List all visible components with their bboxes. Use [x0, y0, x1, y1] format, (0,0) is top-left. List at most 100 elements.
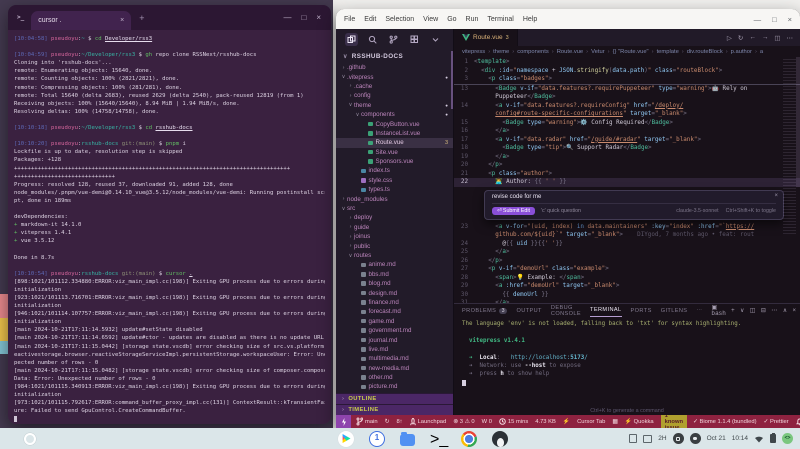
tree-item-Site.vue[interactable]: Site.vue: [336, 148, 453, 157]
editor-action-icon-1[interactable]: ↻: [738, 34, 743, 42]
chevron-down-icon[interactable]: [429, 33, 442, 46]
ai-prompt-input[interactable]: revise code for me: [492, 194, 776, 204]
timeline-section[interactable]: › TIMELINE: [336, 404, 453, 415]
shelf-app-play-store[interactable]: [338, 431, 354, 447]
breadcrumb-item[interactable]: Vetur: [591, 49, 605, 55]
status-item--prettier[interactable]: ✓ Prettier: [764, 419, 789, 425]
breadcrumb-item[interactable]: theme: [493, 49, 509, 55]
explorer-root[interactable]: ∨ RSSHUB-DOCS: [336, 50, 453, 63]
breadcrumb-item[interactable]: div.routeBlock: [687, 49, 723, 55]
vscode-minimize-button[interactable]: —: [754, 15, 762, 24]
panel-action-icon-3[interactable]: ◫: [750, 307, 756, 314]
terminal-tab[interactable]: cursor . ×: [31, 11, 131, 30]
tree-item-bbs.md[interactable]: bbs.md: [336, 270, 453, 279]
tree-item-Route.vue[interactable]: Route.vue3: [336, 138, 453, 147]
outline-section[interactable]: › OUTLINE: [336, 393, 453, 404]
tree-item-game.md[interactable]: game.md: [336, 317, 453, 326]
breadcrumb-item[interactable]: p.author: [731, 49, 752, 55]
panel-action-icon-1[interactable]: +: [731, 308, 735, 314]
source-control-icon[interactable]: [387, 33, 400, 46]
sidebar-scrollbar[interactable]: [451, 51, 453, 109]
tree-item-government.md[interactable]: government.md: [336, 326, 453, 335]
tree-item-deploy[interactable]: ›deploy: [336, 213, 453, 222]
breadcrumb-item[interactable]: template: [657, 49, 679, 55]
clipboard-icon[interactable]: [629, 434, 637, 443]
tree-item-routes[interactable]: ∨routes: [336, 251, 453, 260]
editor-action-icon-5[interactable]: ⋯: [787, 34, 794, 42]
status-item--3-0[interactable]: ⊗ 3 ⚠ 0: [453, 419, 474, 425]
tree-item-picture.md[interactable]: picture.md: [336, 382, 453, 391]
model-selector[interactable]: claude-3.5-sonnet: [676, 208, 718, 214]
panel-tab-⋯[interactable]: ⋯: [696, 304, 702, 317]
tab-route-vue[interactable]: Route.vue 3: [454, 29, 518, 46]
editor-action-icon-2[interactable]: ←: [749, 34, 756, 41]
vscode-close-button[interactable]: ×: [788, 15, 792, 24]
tree-item-node_modules[interactable]: ›node_modules: [336, 194, 453, 203]
menu-item-go[interactable]: Go: [447, 16, 456, 23]
panel-tab-problems[interactable]: PROBLEMS3: [462, 304, 507, 317]
panel-tab-terminal[interactable]: TERMINAL: [590, 304, 621, 317]
tree-item-theme[interactable]: ∨theme●: [336, 101, 453, 110]
status-item-1-known-issue[interactable]: 1 known issue: [661, 415, 687, 428]
tree-item-.vitepress[interactable]: ∨.vitepress●: [336, 72, 453, 81]
tree-item-anime.md[interactable]: anime.md: [336, 260, 453, 269]
vscode-maximize-button[interactable]: □: [772, 15, 777, 24]
menu-item-selection[interactable]: Selection: [385, 16, 414, 23]
status-item--biome-1-1-4-bundled-[interactable]: ✓ Biome 1.1.4 (bundled): [693, 419, 757, 425]
extensions-icon[interactable]: [408, 33, 421, 46]
window-icon[interactable]: [643, 435, 652, 443]
menu-item-edit[interactable]: Edit: [364, 16, 376, 23]
notification-icon-1[interactable]: [673, 433, 684, 444]
explorer-icon[interactable]: [345, 33, 358, 46]
panel-action-icon-4[interactable]: ⊟: [761, 307, 766, 314]
shelf-app-penguin[interactable]: [492, 431, 508, 447]
terminal-output[interactable]: [10:04:58] pseudoyu:~ $ cd Developer/rss…: [8, 30, 331, 424]
tree-item-design.md[interactable]: design.md: [336, 288, 453, 297]
tree-item-config[interactable]: ›config: [336, 91, 453, 100]
tree-item-types.ts[interactable]: types.ts: [336, 185, 453, 194]
panel-action-icon-5[interactable]: ⋯: [771, 307, 777, 314]
status-item-8-[interactable]: 8↑: [396, 419, 402, 425]
terminal-titlebar[interactable]: >_ cursor . × + — □ ×: [8, 5, 331, 30]
tree-item-InstanceList.vue[interactable]: InstanceList.vue: [336, 129, 453, 138]
tree-item-public[interactable]: ›public: [336, 241, 453, 250]
shelf-app-terminal[interactable]: >_: [430, 431, 446, 447]
tree-item-.cache[interactable]: ›.cache: [336, 82, 453, 91]
menu-item-run[interactable]: Run: [466, 16, 479, 23]
terminal-minimize-button[interactable]: —: [283, 13, 291, 22]
editor-action-icon-0[interactable]: ▷: [727, 34, 732, 42]
code-editor[interactable]: 1<template>2 <div :id="namespace + JSON.…: [454, 57, 800, 303]
breadcrumb-item[interactable]: Route.vue: [557, 49, 583, 55]
breadcrumb-item[interactable]: a: [760, 49, 763, 55]
tree-item-style.css[interactable]: style.css: [336, 176, 453, 185]
panel-action-icon-6[interactable]: ∧: [783, 307, 788, 314]
minimap[interactable]: [783, 59, 796, 234]
tree-item-new-media.md[interactable]: new-media.md: [336, 364, 453, 373]
shelf-app-chrome[interactable]: [461, 431, 477, 447]
menu-item-terminal[interactable]: Terminal: [487, 16, 513, 23]
status-item-15-mins[interactable]: 15 mins: [499, 418, 528, 425]
status-item-launchpad[interactable]: Launchpad: [410, 418, 447, 426]
search-icon[interactable]: [366, 33, 379, 46]
panel-tab-ports[interactable]: PORTS: [631, 304, 652, 317]
tree-item-forecast.md[interactable]: forecast.md: [336, 307, 453, 316]
tree-item-components[interactable]: ∨components●: [336, 110, 453, 119]
panel-action-icon-0[interactable]: ▣ bash: [711, 304, 726, 317]
status-item-main[interactable]: main: [356, 417, 378, 426]
status-item--[interactable]: ▦: [612, 419, 617, 425]
tree-item-finance.md[interactable]: finance.md: [336, 298, 453, 307]
submit-edit-button[interactable]: ⏎ Submit Edit: [492, 207, 535, 215]
menu-item-file[interactable]: File: [344, 16, 355, 23]
shelf-app-1password[interactable]: 1: [369, 431, 385, 447]
integrated-terminal[interactable]: The language 'env' is not loaded, fallin…: [454, 317, 800, 415]
cursor-ai-widget[interactable]: revise code for me ⏎ Submit Edit 'c' qui…: [484, 190, 784, 220]
notification-icon-2[interactable]: [690, 433, 701, 444]
breadcrumb-item[interactable]: {} "Route.vue": [613, 49, 649, 55]
panel-tab-output[interactable]: OUTPUT: [516, 304, 541, 317]
terminal-maximize-button[interactable]: □: [301, 13, 306, 22]
breadcrumb-item[interactable]: components: [517, 49, 549, 55]
menu-item-view[interactable]: View: [423, 16, 438, 23]
tree-item-CopyButton.vue[interactable]: CopyButton.vue: [336, 119, 453, 128]
tree-item-journal.md[interactable]: journal.md: [336, 335, 453, 344]
panel-tab-debug console[interactable]: DEBUG CONSOLE: [551, 304, 581, 317]
